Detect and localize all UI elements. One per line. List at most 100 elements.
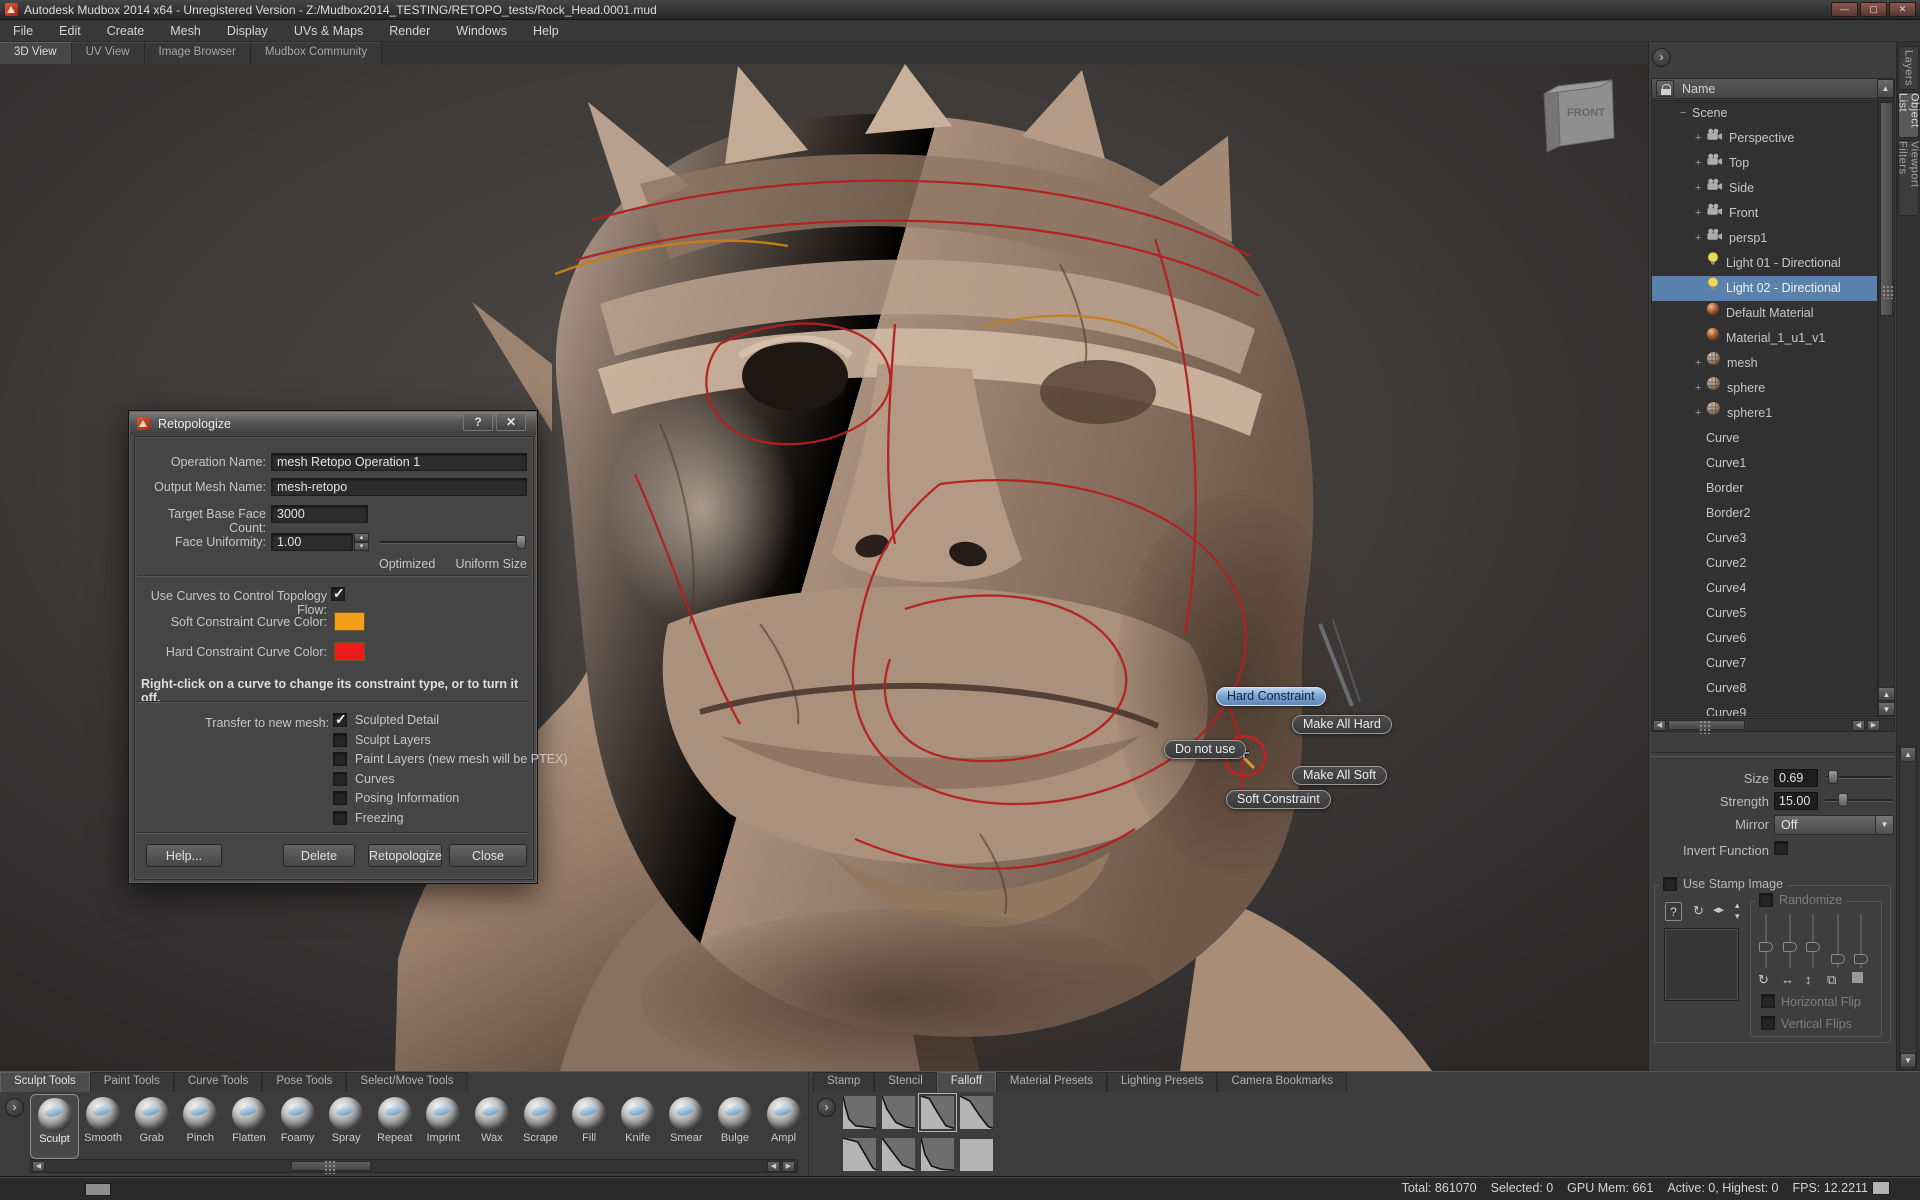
randomize-slider[interactable] bbox=[1783, 914, 1797, 968]
falloff-late-drop[interactable] bbox=[843, 1138, 876, 1171]
vertical-flip-icon[interactable]: ▴▾ bbox=[1735, 900, 1740, 922]
expander-icon[interactable]: + bbox=[1695, 151, 1701, 176]
posing-information-checkbox[interactable] bbox=[333, 791, 347, 805]
use-curves-checkbox[interactable] bbox=[331, 587, 345, 601]
falloff-early-drop[interactable] bbox=[921, 1138, 954, 1171]
target-face-count-input[interactable] bbox=[271, 505, 368, 523]
menu-item-windows[interactable]: Windows bbox=[443, 20, 520, 42]
scale-box-icon[interactable]: ⧉ bbox=[1827, 972, 1836, 988]
expander-icon[interactable]: + bbox=[1695, 351, 1701, 376]
tray-expand-button[interactable]: › bbox=[5, 1098, 24, 1117]
expander-icon[interactable]: + bbox=[1695, 226, 1701, 251]
stepper-up-icon[interactable]: ▲ bbox=[354, 533, 369, 542]
paint-layers-new-mesh-will-be-ptex-checkbox[interactable] bbox=[333, 752, 347, 766]
name-column-header[interactable]: Name bbox=[1682, 82, 1715, 96]
tree-item-curve8[interactable]: Curve8 bbox=[1652, 676, 1877, 701]
expander-icon[interactable]: − bbox=[1680, 101, 1686, 126]
scroll-left-icon[interactable]: ◀ bbox=[1852, 720, 1865, 731]
tree-item-top[interactable]: +Top bbox=[1652, 151, 1877, 176]
tree-item-curve[interactable]: Curve bbox=[1652, 426, 1877, 451]
randomize-slider[interactable] bbox=[1854, 914, 1868, 968]
make-all-hard-option[interactable]: Make All Hard bbox=[1292, 715, 1392, 734]
falloff-s-curve[interactable] bbox=[921, 1096, 954, 1129]
scrollbar-thumb[interactable] bbox=[1668, 720, 1745, 730]
falloff-concave[interactable] bbox=[882, 1096, 915, 1129]
tool-imprint[interactable]: Imprint bbox=[419, 1094, 468, 1159]
menu-item-help[interactable]: Help bbox=[520, 20, 572, 42]
scroll-up-icon[interactable]: ▲ bbox=[1877, 79, 1894, 98]
make-all-soft-option[interactable]: Make All Soft bbox=[1292, 766, 1387, 785]
tab-material-presets[interactable]: Material Presets bbox=[996, 1072, 1107, 1092]
slider-track[interactable] bbox=[379, 541, 527, 544]
lock-icon[interactable] bbox=[1656, 80, 1674, 97]
tool-knife[interactable]: Knife bbox=[613, 1094, 662, 1159]
falloff-smooth[interactable] bbox=[960, 1096, 993, 1129]
tree-item-border2[interactable]: Border2 bbox=[1652, 501, 1877, 526]
tree-item-curve7[interactable]: Curve7 bbox=[1652, 651, 1877, 676]
tool-tray-scrollbar[interactable]: ◀ ◀ ▶ bbox=[30, 1159, 798, 1173]
tool-scrape[interactable]: Scrape bbox=[516, 1094, 565, 1159]
tab-mudbox-community[interactable]: Mudbox Community bbox=[251, 42, 382, 64]
hard-constraint-option[interactable]: Hard Constraint bbox=[1216, 687, 1326, 706]
scrollbar-thumb[interactable] bbox=[1880, 102, 1893, 316]
tree-item-side[interactable]: +Side bbox=[1652, 176, 1877, 201]
tab-falloff[interactable]: Falloff bbox=[937, 1072, 996, 1092]
expander-icon[interactable]: + bbox=[1695, 176, 1701, 201]
scroll-right-icon[interactable]: ▶ bbox=[782, 1161, 795, 1172]
face-uniformity-slider[interactable] bbox=[379, 535, 527, 549]
randomize-slider[interactable] bbox=[1759, 914, 1773, 968]
face-uniformity-input[interactable] bbox=[271, 533, 353, 551]
sculpted-detail-checkbox[interactable] bbox=[333, 713, 347, 727]
rotate-icon[interactable]: ↻ bbox=[1758, 972, 1769, 988]
tree-item-sphere1[interactable]: +sphere1 bbox=[1652, 401, 1877, 426]
tab-sculpt-tools[interactable]: Sculpt Tools bbox=[0, 1072, 90, 1092]
size-input[interactable] bbox=[1774, 769, 1818, 787]
tab-uv-view[interactable]: UV View bbox=[72, 42, 145, 64]
tree-vertical-scrollbar[interactable] bbox=[1878, 100, 1895, 717]
scroll-up-icon[interactable]: ▲ bbox=[1878, 687, 1895, 701]
invert-function-checkbox[interactable] bbox=[1774, 841, 1788, 855]
randomize-slider[interactable] bbox=[1831, 914, 1845, 968]
tab-camera-bookmarks[interactable]: Camera Bookmarks bbox=[1217, 1072, 1347, 1092]
tool-smooth[interactable]: Smooth bbox=[79, 1094, 128, 1159]
tab-lighting-presets[interactable]: Lighting Presets bbox=[1107, 1072, 1217, 1092]
tree-item-curve1[interactable]: Curve1 bbox=[1652, 451, 1877, 476]
soft-constraint-option[interactable]: Soft Constraint bbox=[1226, 790, 1331, 809]
chevron-down-icon[interactable]: ▼ bbox=[1875, 816, 1893, 834]
tab-image-browser[interactable]: Image Browser bbox=[145, 42, 251, 64]
tab-curve-tools[interactable]: Curve Tools bbox=[174, 1072, 263, 1092]
scroll-down-icon[interactable]: ▼ bbox=[1878, 702, 1895, 716]
rotate-icon[interactable]: ↻ bbox=[1693, 903, 1704, 919]
operation-name-input[interactable] bbox=[271, 453, 527, 471]
tab-3d-view[interactable]: 3D View bbox=[0, 42, 72, 64]
tree-item-light-01-directional[interactable]: Light 01 - Directional bbox=[1652, 251, 1877, 276]
tab-select-move-tools[interactable]: Select/Move Tools bbox=[346, 1072, 467, 1092]
tool-foamy[interactable]: Foamy bbox=[273, 1094, 322, 1159]
tree-item-persp1[interactable]: +persp1 bbox=[1652, 226, 1877, 251]
side-tab-object-list[interactable]: Object List bbox=[1898, 92, 1919, 138]
tool-pinch[interactable]: Pinch bbox=[176, 1094, 225, 1159]
strength-slider[interactable] bbox=[1825, 793, 1893, 807]
tool-spray[interactable]: Spray bbox=[322, 1094, 371, 1159]
mirror-dropdown[interactable]: Off ▼ bbox=[1774, 815, 1894, 835]
tool-smear[interactable]: Smear bbox=[662, 1094, 711, 1159]
tree-item-curve6[interactable]: Curve6 bbox=[1652, 626, 1877, 651]
tab-pose-tools[interactable]: Pose Tools bbox=[262, 1072, 346, 1092]
dialog-close-icon[interactable]: ✕ bbox=[496, 413, 526, 431]
hard-constraint-color-swatch[interactable] bbox=[334, 642, 365, 661]
sculpt-layers-checkbox[interactable] bbox=[333, 733, 347, 747]
menu-item-file[interactable]: File bbox=[0, 20, 46, 42]
scroll-down-icon[interactable]: ▼ bbox=[1900, 1053, 1916, 1068]
side-tab-layers[interactable]: Layers bbox=[1898, 46, 1919, 90]
tool-ampl[interactable]: Ampl bbox=[759, 1094, 808, 1159]
menu-item-uvs-maps[interactable]: UVs & Maps bbox=[281, 20, 376, 42]
tree-item-material-1-u1-v1[interactable]: Material_1_u1_v1 bbox=[1652, 326, 1877, 351]
stepper-down-icon[interactable]: ▼ bbox=[354, 542, 369, 551]
expander-icon[interactable]: + bbox=[1695, 201, 1701, 226]
tree-item-mesh[interactable]: +mesh bbox=[1652, 351, 1877, 376]
close-button[interactable]: ✕ bbox=[1889, 2, 1916, 17]
side-tab-viewport-filters[interactable]: Viewport Filters bbox=[1898, 140, 1919, 216]
scroll-up-icon[interactable]: ▲ bbox=[1900, 747, 1916, 762]
expander-icon[interactable]: + bbox=[1695, 401, 1701, 426]
slider-handle[interactable] bbox=[516, 535, 526, 549]
